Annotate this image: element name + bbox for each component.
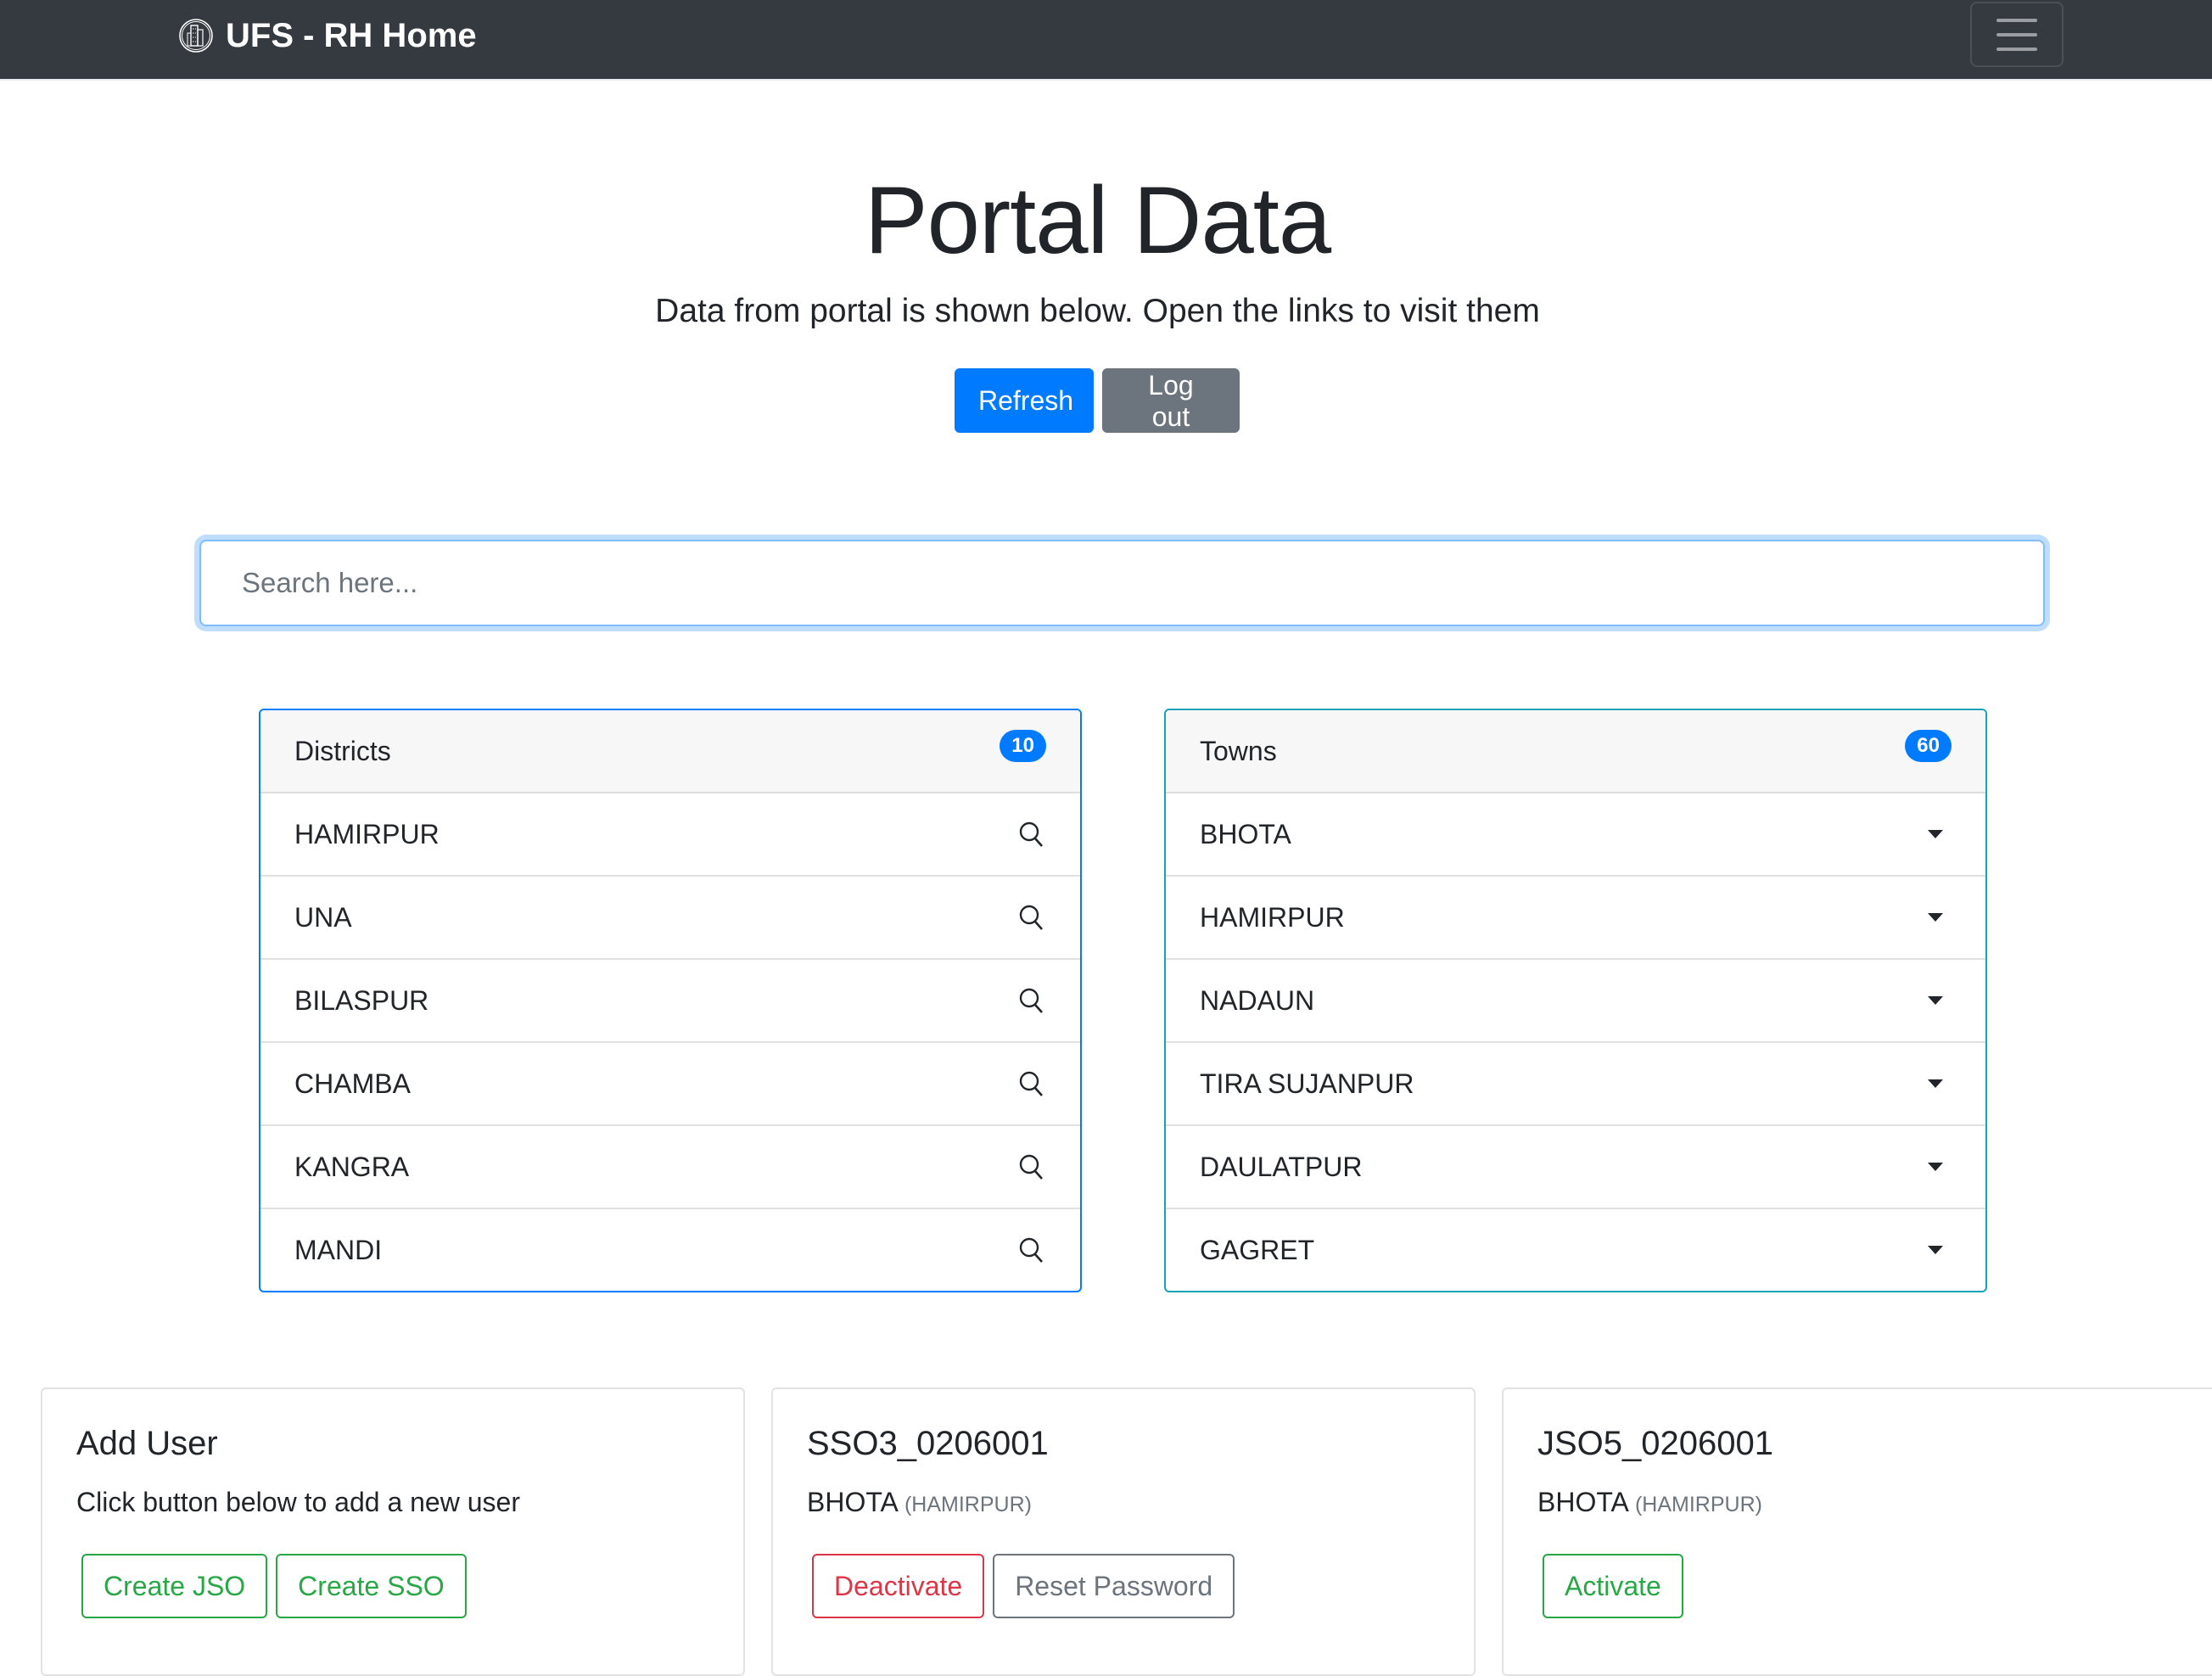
town-item[interactable]: NADAUN [1166,960,1985,1043]
user-town: BHOTA [1537,1487,1628,1517]
brand-text: UFS - RH Home [226,16,477,54]
hamburger-line [1996,47,2037,51]
district-item[interactable]: CHAMBA [260,1043,1080,1126]
towns-title: Towns [1200,735,1277,766]
towns-count-badge: 60 [1905,730,1952,762]
caret-down-icon[interactable] [1928,996,1943,1005]
user-district: (HAMIRPUR) [1634,1493,1762,1516]
caret-down-icon[interactable] [1928,913,1943,922]
district-name: HAMIRPUR [294,818,440,849]
page-title: Portal Data [864,167,1331,273]
district-item[interactable]: UNA [260,877,1080,960]
add-user-title: Add User [76,1425,218,1462]
search-icon[interactable] [1017,1152,1046,1181]
districts-title: Districts [294,735,391,766]
town-name: HAMIRPUR [1200,901,1345,933]
create-jso-button[interactable]: Create JSO [81,1554,268,1618]
caret-down-icon[interactable] [1928,1163,1943,1171]
town-name: TIRA SUJANPUR [1200,1068,1414,1099]
page-lead: Data from portal is shown below. Open th… [655,293,1540,329]
town-item[interactable]: HAMIRPUR [1166,877,1985,960]
add-user-actions: Create JSO Create SSO [81,1554,709,1618]
district-item[interactable]: KANGRA [260,1126,1080,1209]
user-id: SSO3_0206001 [807,1425,1049,1462]
activate-button[interactable]: Activate [1543,1554,1683,1618]
brand-link[interactable]: UFS - RH Home [178,12,477,59]
districts-count-badge: 10 [1000,730,1046,762]
hero-actions: Refresh Log out [955,368,1240,433]
user-id: JSO5_0206001 [1537,1425,1774,1462]
user-district: (HAMIRPUR) [904,1493,1032,1516]
districts-header: Districts 10 [260,710,1080,793]
town-item[interactable]: BHOTA [1166,793,1985,877]
town-item[interactable]: GAGRET [1166,1209,1985,1291]
reset-password-button[interactable]: Reset Password [993,1554,1235,1618]
user-actions: Activate [1543,1554,2187,1618]
user-town: BHOTA [807,1487,898,1517]
town-item[interactable]: TIRA SUJANPUR [1166,1043,1985,1126]
district-item[interactable]: BILASPUR [260,960,1080,1043]
caret-down-icon[interactable] [1928,1246,1943,1254]
district-name: MANDI [294,1234,383,1265]
refresh-button[interactable]: Refresh [955,368,1094,433]
district-name: CHAMBA [294,1068,411,1099]
town-name: BHOTA [1200,818,1291,849]
navbar: UFS - RH Home [0,0,2212,81]
hamburger-menu-icon [1996,18,2037,22]
district-name: BILASPUR [294,984,429,1016]
user-location: BHOTA (HAMIRPUR) [1537,1487,2187,1518]
town-name: GAGRET [1200,1234,1315,1265]
district-name: KANGRA [294,1151,410,1182]
create-sso-button[interactable]: Create SSO [276,1554,467,1618]
district-item[interactable]: HAMIRPUR [260,793,1080,877]
user-actions: Deactivate Reset Password [812,1554,1440,1618]
search-icon[interactable] [1017,1069,1046,1098]
user-location: BHOTA (HAMIRPUR) [807,1487,1440,1518]
logout-button[interactable]: Log out [1102,368,1240,433]
towns-header: Towns 60 [1166,710,1985,793]
navbar-toggler-button[interactable] [1970,2,2064,67]
user-card: JSO5_0206001 BHOTA (HAMIRPUR) Activate [1502,1387,2212,1676]
district-item[interactable]: MANDI [260,1209,1080,1291]
districts-list: Districts 10 HAMIRPUR UNA BILASPUR CHAMB… [259,709,1082,1292]
caret-down-icon[interactable] [1928,1079,1943,1088]
hamburger-line [1996,32,2037,36]
search-icon[interactable] [1017,820,1046,849]
district-name: UNA [294,901,352,933]
search-icon[interactable] [1017,986,1046,1015]
search-input[interactable] [199,540,2045,626]
add-user-text: Click button below to add a new user [76,1487,520,1517]
town-item[interactable]: DAULATPUR [1166,1126,1985,1209]
search-icon[interactable] [1017,903,1046,932]
town-name: DAULATPUR [1200,1151,1363,1182]
town-name: NADAUN [1200,984,1315,1016]
add-user-card: Add User Click button below to add a new… [41,1387,745,1676]
search-icon[interactable] [1017,1236,1046,1264]
deactivate-button[interactable]: Deactivate [812,1554,985,1618]
user-card: SSO3_0206001 BHOTA (HAMIRPUR) Deactivate… [771,1387,1476,1676]
caret-down-icon[interactable] [1928,830,1943,838]
building-logo-icon [179,19,213,53]
towns-list: Towns 60 BHOTA HAMIRPUR NADAUN TIRA SUJA… [1164,709,1987,1292]
